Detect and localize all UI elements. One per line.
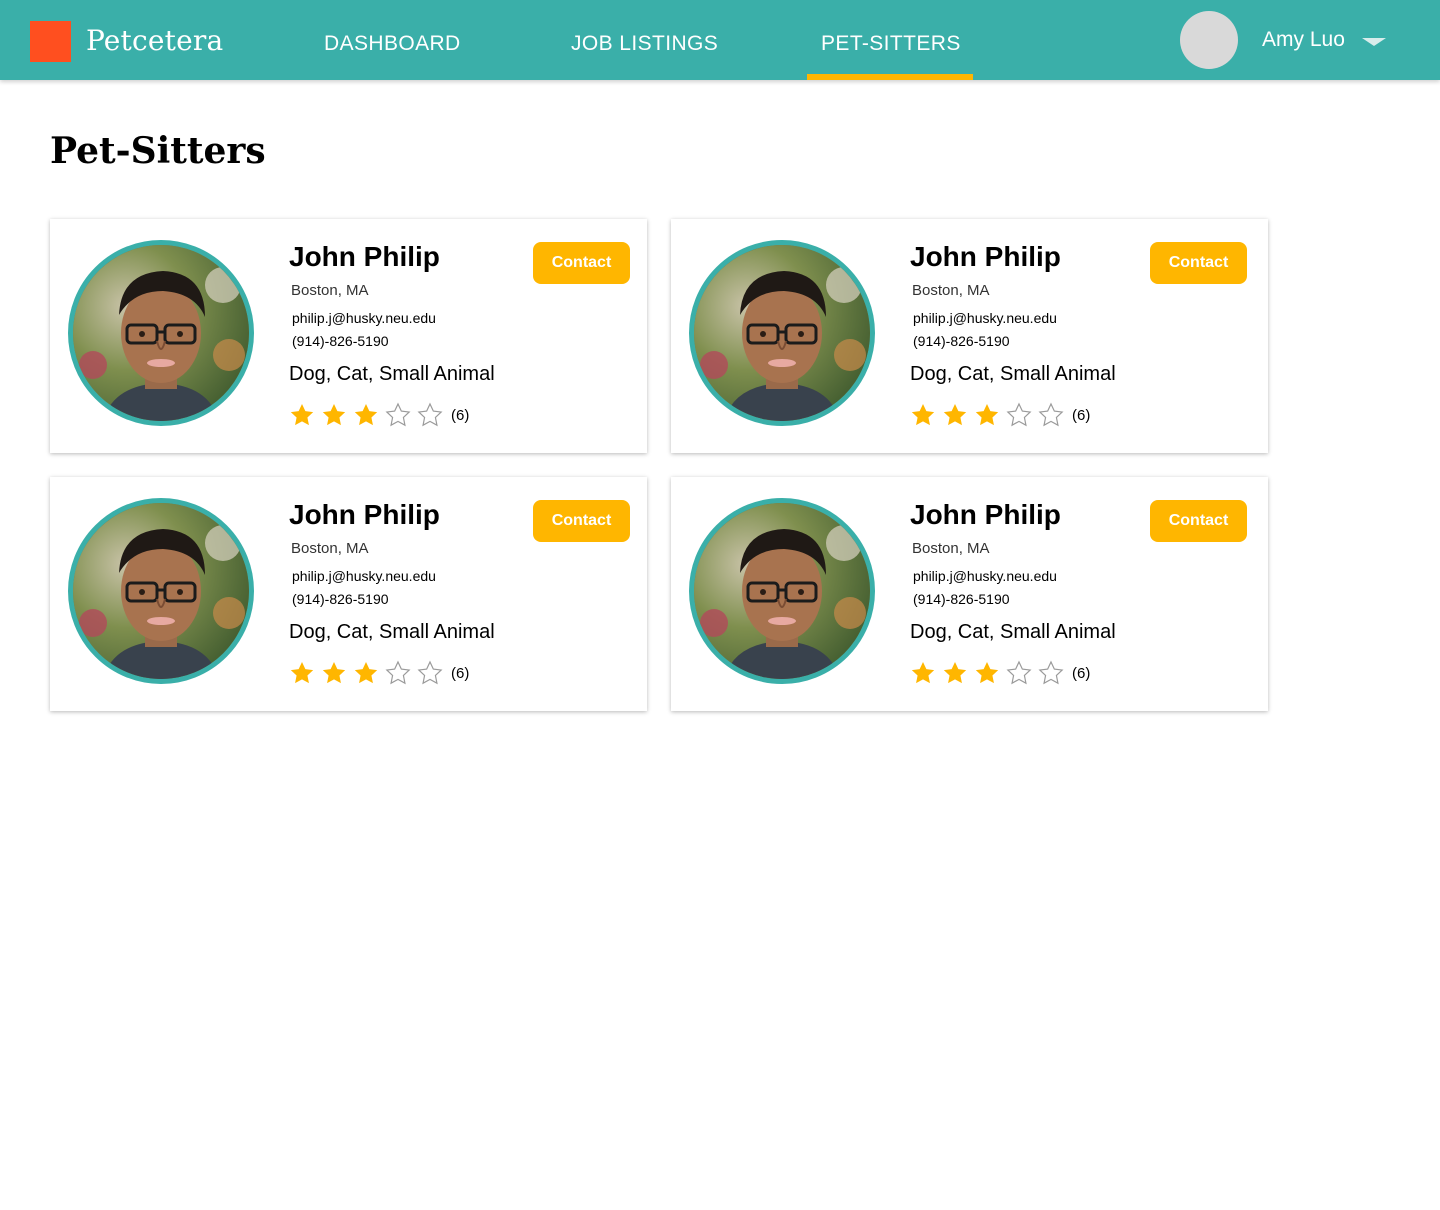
review-count: (6) [451, 406, 470, 424]
contact-button[interactable]: Contact [1150, 500, 1247, 542]
tab-job-listings[interactable]: JOB LISTINGS [571, 32, 718, 56]
star-empty-icon [385, 660, 411, 685]
tab-dashboard[interactable]: DASHBOARD [324, 32, 461, 56]
logo-icon[interactable] [30, 21, 71, 62]
sitter-name[interactable]: John Philip [910, 241, 1061, 273]
sitter-photo [68, 498, 254, 684]
sitter-card: John Philip Boston, MA philip.j@husky.ne… [50, 219, 647, 453]
sitter-email: philip.j@husky.neu.edu [292, 310, 436, 326]
star-empty-icon [1038, 660, 1064, 685]
brand-name[interactable]: Petcetera [86, 24, 223, 57]
sitter-card: John Philip Boston, MA philip.j@husky.ne… [671, 219, 1268, 453]
star-empty-icon [1038, 402, 1064, 427]
top-navigation-bar: Petcetera DASHBOARD JOB LISTINGS PET-SIT… [0, 0, 1440, 80]
sitter-phone: (914)-826-5190 [913, 333, 1010, 349]
star-filled-icon [911, 403, 935, 426]
star-empty-icon [1006, 660, 1032, 685]
sitter-photo [68, 240, 254, 426]
rating-stars: (6) [910, 659, 1090, 687]
star-filled-icon [322, 403, 346, 426]
tab-pet-sitters[interactable]: PET-SITTERS [821, 32, 961, 56]
profile-photo-icon [694, 503, 870, 679]
profile-photo-icon [73, 245, 249, 421]
sitter-photo [689, 498, 875, 684]
contact-button[interactable]: Contact [533, 500, 630, 542]
user-name[interactable]: Amy Luo [1262, 28, 1345, 52]
star-empty-icon [385, 402, 411, 427]
sitter-name[interactable]: John Philip [289, 241, 440, 273]
review-count: (6) [451, 664, 470, 682]
sitter-pet-types: Dog, Cat, Small Animal [910, 621, 1116, 643]
sitter-email: philip.j@husky.neu.edu [913, 310, 1057, 326]
sitter-location: Boston, MA [291, 540, 369, 557]
sitter-name[interactable]: John Philip [910, 499, 1061, 531]
star-filled-icon [290, 403, 314, 426]
rating-stars: (6) [910, 401, 1090, 429]
sitter-location: Boston, MA [291, 282, 369, 299]
star-filled-icon [290, 661, 314, 684]
profile-photo-icon [73, 503, 249, 679]
sitter-pet-types: Dog, Cat, Small Animal [289, 363, 495, 385]
sitter-name[interactable]: John Philip [289, 499, 440, 531]
sitter-pet-types: Dog, Cat, Small Animal [910, 363, 1116, 385]
sitter-email: philip.j@husky.neu.edu [292, 568, 436, 584]
contact-button[interactable]: Contact [1150, 242, 1247, 284]
active-tab-indicator [807, 74, 973, 80]
star-filled-icon [354, 403, 378, 426]
sitter-location: Boston, MA [912, 282, 990, 299]
sitter-photo [689, 240, 875, 426]
star-filled-icon [943, 403, 967, 426]
sitter-email: philip.j@husky.neu.edu [913, 568, 1057, 584]
star-filled-icon [322, 661, 346, 684]
sitter-phone: (914)-826-5190 [913, 591, 1010, 607]
review-count: (6) [1072, 664, 1091, 682]
sitter-phone: (914)-826-5190 [292, 333, 389, 349]
profile-photo-icon [694, 245, 870, 421]
contact-button[interactable]: Contact [533, 242, 630, 284]
rating-stars: (6) [289, 401, 469, 429]
star-empty-icon [417, 402, 443, 427]
chevron-down-icon[interactable] [1362, 38, 1386, 46]
star-empty-icon [1006, 402, 1032, 427]
sitter-card: John Philip Boston, MA philip.j@husky.ne… [50, 477, 647, 711]
star-filled-icon [354, 661, 378, 684]
sitter-phone: (914)-826-5190 [292, 591, 389, 607]
review-count: (6) [1072, 406, 1091, 424]
star-filled-icon [911, 661, 935, 684]
rating-stars: (6) [289, 659, 469, 687]
star-filled-icon [943, 661, 967, 684]
user-avatar[interactable] [1180, 11, 1238, 69]
star-filled-icon [975, 403, 999, 426]
page-title: Pet-Sitters [50, 130, 266, 172]
star-filled-icon [975, 661, 999, 684]
sitter-location: Boston, MA [912, 540, 990, 557]
sitter-card: John Philip Boston, MA philip.j@husky.ne… [671, 477, 1268, 711]
sitter-pet-types: Dog, Cat, Small Animal [289, 621, 495, 643]
star-empty-icon [417, 660, 443, 685]
